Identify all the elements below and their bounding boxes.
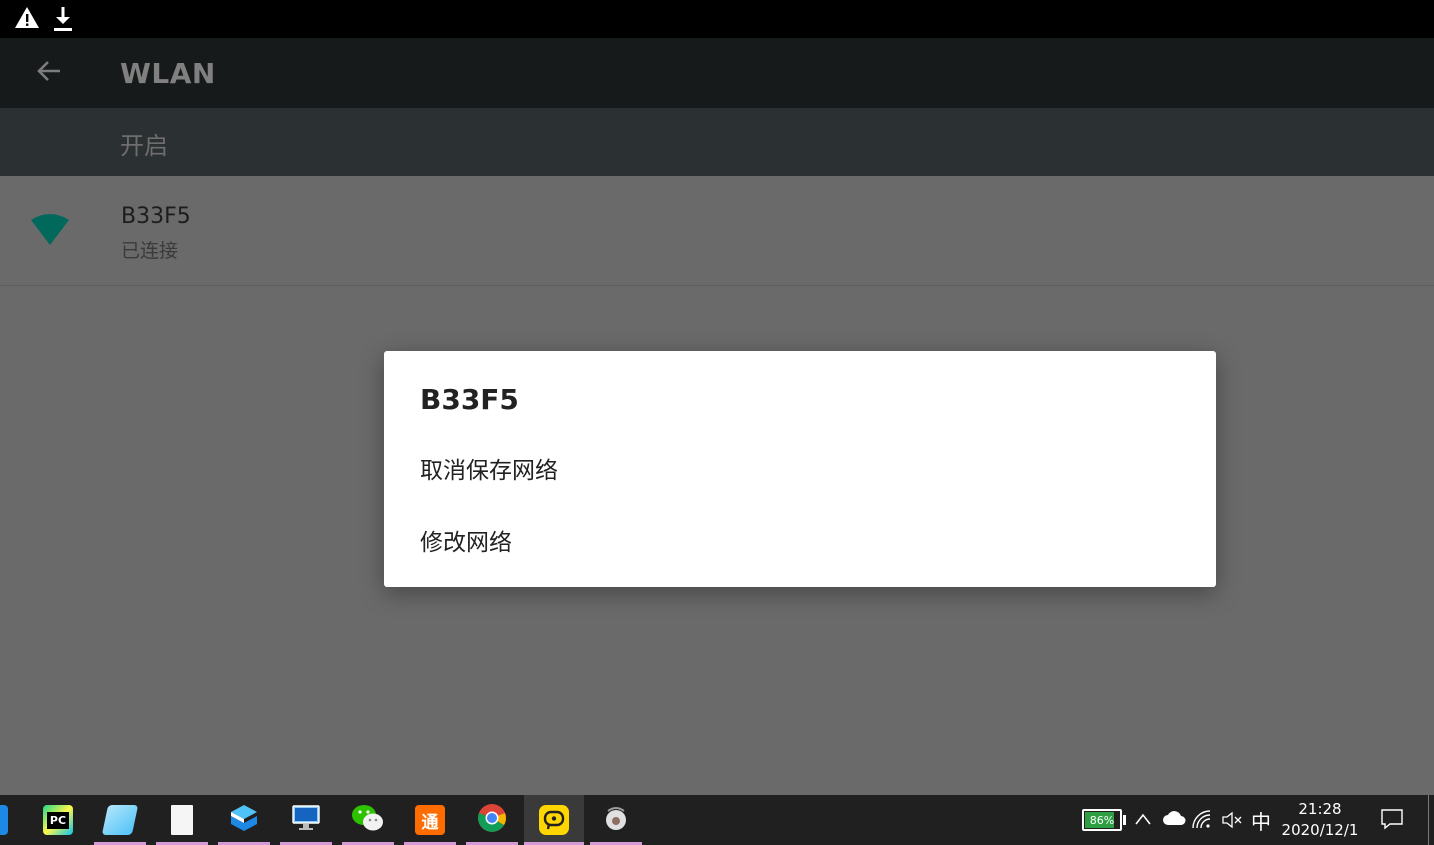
wlan-switch-bar[interactable]: 开启 xyxy=(0,108,1434,176)
page-title: WLAN xyxy=(120,57,216,90)
taskbar-app-pot[interactable] xyxy=(590,795,642,845)
chrome-icon xyxy=(477,803,507,837)
taskbar-app-wechat[interactable] xyxy=(342,795,394,845)
notification-center-icon[interactable] xyxy=(1380,807,1404,835)
taskbar-app-notepad[interactable] xyxy=(94,795,146,845)
taskbar-app-box[interactable] xyxy=(218,795,270,845)
wifi-signal-icon xyxy=(30,214,70,250)
clock-time: 21:28 xyxy=(1298,800,1342,818)
chevron-up-icon[interactable] xyxy=(1134,811,1152,830)
battery-percent: 86% xyxy=(1089,813,1115,827)
clock-date: 2020/12/1 xyxy=(1281,821,1359,839)
modify-network-label: 修改网络 xyxy=(420,530,512,556)
android-screen: WLAN 开启 B33F5 已连接 B33F5 取消保存网络 修改网络 xyxy=(0,0,1434,795)
taskbar-app-file[interactable] xyxy=(156,795,208,845)
modify-network-option[interactable]: 修改网络 xyxy=(384,509,1216,569)
wifi-icon[interactable] xyxy=(1192,810,1212,834)
partial-app-icon xyxy=(0,805,8,835)
switch-label: 开启 xyxy=(120,132,168,160)
file-icon xyxy=(171,805,193,835)
volume-muted-icon[interactable] xyxy=(1221,811,1243,833)
clock[interactable]: 21:28 2020/12/1 xyxy=(1280,799,1360,841)
tong-app-icon: 通 xyxy=(415,805,445,835)
windows-taskbar: PC 通 86% 中 21:28 2020/12/1 xyxy=(0,795,1434,845)
wechat-icon xyxy=(351,803,385,837)
taskbar-app-tong[interactable]: 通 xyxy=(404,795,456,845)
taskbar-app-chrome[interactable] xyxy=(466,795,518,845)
taskbar-app-partial[interactable] xyxy=(0,795,10,845)
taskbar-app-pycharm[interactable]: PC xyxy=(32,795,84,845)
ime-indicator[interactable]: 中 xyxy=(1251,806,1271,835)
system-tray: 86% 中 21:28 2020/12/1 xyxy=(1074,795,1434,845)
pycharm-icon: PC xyxy=(43,805,73,835)
status-bar xyxy=(0,0,1434,38)
notepad-icon xyxy=(101,805,139,835)
warning-icon xyxy=(14,6,40,34)
cloud-icon[interactable] xyxy=(1162,810,1186,830)
forget-network-label: 取消保存网络 xyxy=(420,458,558,484)
emulator-icon xyxy=(539,805,569,835)
pot-icon xyxy=(601,803,631,837)
network-dialog: B33F5 取消保存网络 修改网络 xyxy=(384,351,1216,587)
network-name: B33F5 xyxy=(121,204,191,229)
back-button[interactable] xyxy=(26,52,70,96)
app-bar: WLAN xyxy=(0,38,1434,108)
monitor-icon xyxy=(291,803,321,837)
arrow-back-icon xyxy=(34,58,62,90)
forget-network-option[interactable]: 取消保存网络 xyxy=(384,437,1216,497)
battery-indicator[interactable]: 86% xyxy=(1082,809,1122,831)
show-desktop-button[interactable] xyxy=(1428,795,1434,845)
taskbar-app-remote-desktop[interactable] xyxy=(280,795,332,845)
download-icon xyxy=(52,6,74,36)
taskbar-app-emulator[interactable] xyxy=(524,795,584,845)
box-3d-icon xyxy=(229,803,259,837)
battery-nub xyxy=(1123,815,1126,825)
dialog-title: B33F5 xyxy=(420,383,519,416)
network-list-item[interactable]: B33F5 已连接 xyxy=(0,176,1434,286)
network-status: 已连接 xyxy=(121,240,179,262)
